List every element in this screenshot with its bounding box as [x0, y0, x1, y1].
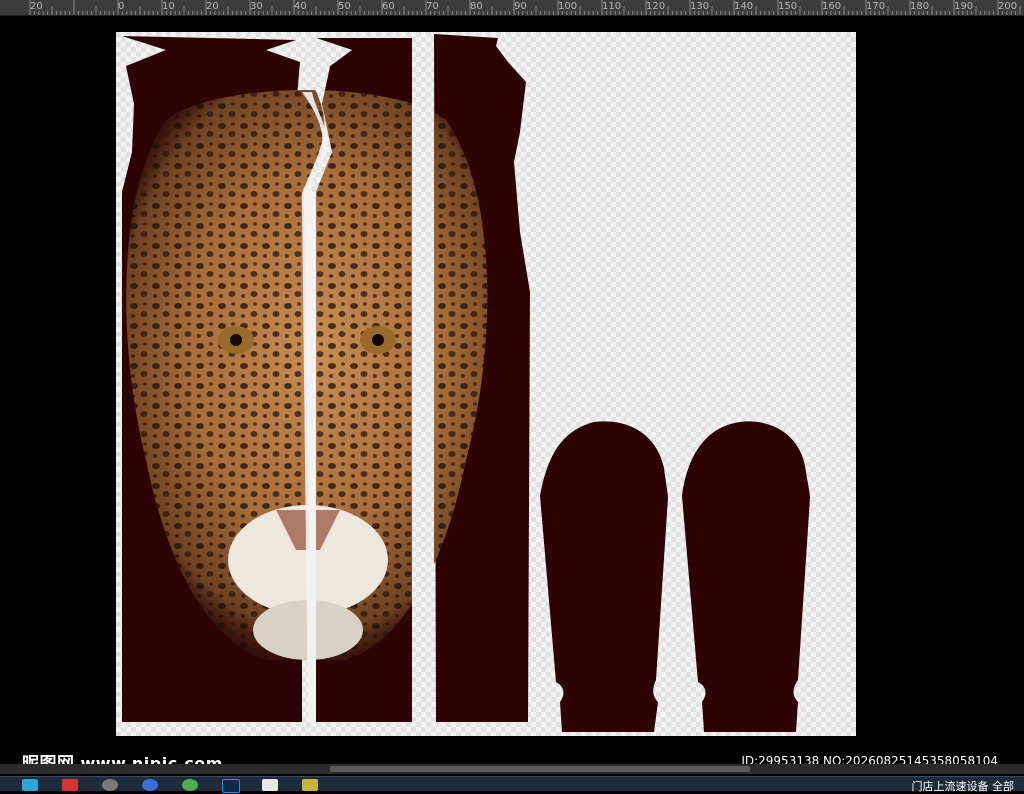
- ruler-label: 200: [998, 1, 1018, 12]
- ruler-label: 40: [294, 1, 307, 12]
- start-icon[interactable]: [22, 779, 38, 791]
- app-icon-1[interactable]: [62, 779, 78, 791]
- taskbar-tray-text: 门店上流速设备 全部: [911, 780, 1015, 793]
- photoshop-icon[interactable]: [222, 779, 240, 793]
- ruler-label: 20: [30, 1, 43, 12]
- app-icon-5[interactable]: [262, 779, 278, 791]
- scrollbar-thumb[interactable]: [330, 766, 750, 772]
- ruler-label: 30: [250, 1, 263, 12]
- ruler-label: 120: [646, 1, 666, 12]
- ruler-label: 130: [690, 1, 710, 12]
- ruler-label: 70: [426, 1, 439, 12]
- ruler-label: 150: [778, 1, 798, 12]
- taskbar: 门店上流速设备 全部: [0, 776, 1024, 793]
- horizontal-scrollbar[interactable]: [0, 764, 1024, 774]
- ruler-label: 60: [382, 1, 395, 12]
- ruler-label: 140: [734, 1, 754, 12]
- ruler-label: 0: [118, 1, 125, 12]
- ruler-label: 50: [338, 1, 351, 12]
- ruler-label: 100: [558, 1, 578, 12]
- ruler-label: 90: [514, 1, 527, 12]
- app-icon-3[interactable]: [142, 779, 158, 791]
- app-icon-4[interactable]: [182, 779, 198, 791]
- horizontal-ruler[interactable]: 20 0 10 20 30 40 50 60 70 80 90 100 110 …: [0, 0, 1024, 16]
- ruler-label: 110: [602, 1, 622, 12]
- document-canvas[interactable]: [116, 32, 856, 752]
- ruler-label: 160: [822, 1, 842, 12]
- ruler-label: 180: [910, 1, 930, 12]
- garment-pattern-artwork: [116, 32, 856, 736]
- ruler-label: 10: [162, 1, 175, 12]
- ruler-label: 20: [206, 1, 219, 12]
- ruler-label: 80: [470, 1, 483, 12]
- canvas-area[interactable]: [0, 16, 1024, 761]
- app-icon-2[interactable]: [102, 779, 118, 791]
- ruler-label: 170: [866, 1, 886, 12]
- app-icon-6[interactable]: [302, 779, 318, 791]
- ruler-label: 190: [954, 1, 974, 12]
